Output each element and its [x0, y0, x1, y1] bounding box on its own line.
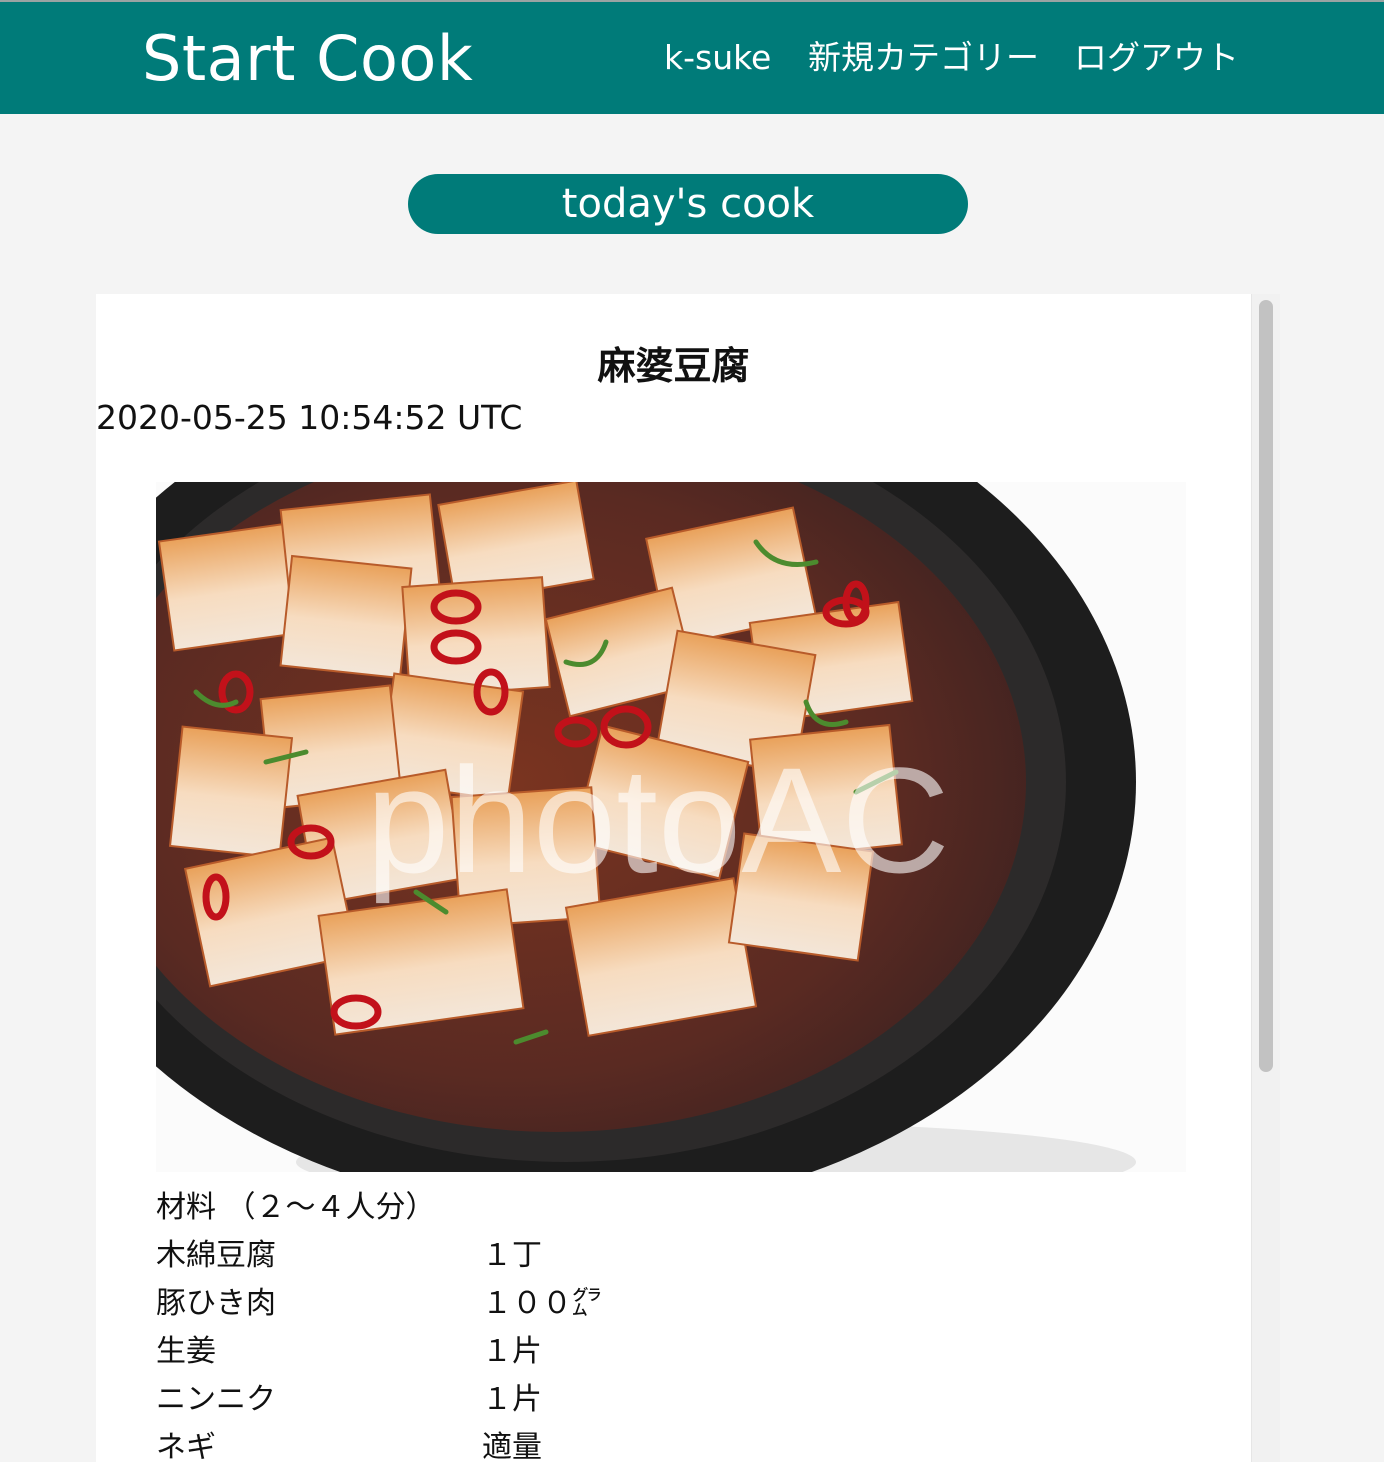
ingredient-amount: １片 [482, 1382, 542, 1417]
scrollbar-thumb[interactable] [1259, 300, 1273, 1072]
recipe-card: 麻婆豆腐 2020-05-25 10:54:52 UTC photoAC 材料 … [96, 294, 1251, 1462]
ingredient-amount: 適量 [482, 1430, 542, 1462]
brand-logo-link[interactable]: Start Cook [142, 24, 473, 94]
card-scrollbar[interactable] [1251, 294, 1280, 1462]
recipe-title: 麻婆豆腐 [597, 344, 750, 388]
site-header: Start Cook k-suke 新規カテゴリー ログアウト [0, 2, 1384, 114]
ingredient-name: 生姜 [156, 1334, 216, 1369]
ingredient-name: ネギ [156, 1430, 216, 1462]
ingredient-amount: １丁 [482, 1238, 542, 1273]
nav-logout-link[interactable]: ログアウト [1074, 38, 1239, 78]
ingredient-name: 豚ひき肉 [156, 1286, 276, 1321]
ingredient-amount: １００㌘ [482, 1286, 602, 1321]
ingredient-name: ニンニク [156, 1382, 276, 1417]
nav-new-category-link[interactable]: 新規カテゴリー [808, 38, 1039, 78]
ingredient-name: 木綿豆腐 [156, 1238, 276, 1273]
ingredient-amount: １片 [482, 1334, 542, 1369]
recipe-timestamp: 2020-05-25 10:54:52 UTC [96, 398, 523, 437]
recipe-photo: photoAC [156, 482, 1186, 1172]
nav-user-link[interactable]: k-suke [664, 38, 771, 78]
todays-cook-button[interactable]: today's cook [408, 174, 968, 234]
photo-watermark: photoAC [366, 736, 950, 904]
ingredients-heading: 材料 （２～４人分） [156, 1190, 436, 1225]
